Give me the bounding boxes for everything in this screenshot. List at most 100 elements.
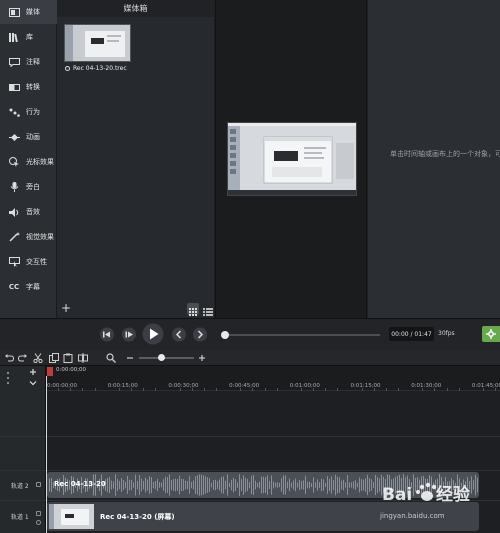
waveform-bar <box>329 478 330 492</box>
sidebar-item-transitions[interactable]: 转换 <box>0 75 57 99</box>
waveform-bar <box>321 478 322 492</box>
waveform-bar <box>107 478 108 492</box>
sidebar-item-library[interactable]: 库 <box>0 25 57 49</box>
zoom-icon <box>106 353 116 363</box>
track-drag-handle[interactable] <box>5 371 11 385</box>
paste-button[interactable] <box>63 353 73 363</box>
zoom-slider[interactable] <box>139 357 194 359</box>
waveform-bar <box>207 477 208 493</box>
grid-view-button[interactable] <box>187 303 199 316</box>
waveform-bar <box>187 480 188 490</box>
media-clip-filename: Rec 04-13-20.trec <box>73 64 127 72</box>
waveform-bar <box>129 479 130 491</box>
redo-button[interactable] <box>18 353 28 363</box>
sidebar-item-label: 音效 <box>26 208 40 216</box>
sidebar-item-annotations[interactable]: 注释 <box>0 50 57 74</box>
waveform-bar <box>211 482 212 488</box>
sidebar-item-voice-narration[interactable]: 旁白 <box>0 175 57 199</box>
split-button[interactable] <box>78 353 88 363</box>
waveform-bar <box>295 478 296 492</box>
eye-icon[interactable] <box>36 520 41 525</box>
waveform-bar <box>259 481 260 489</box>
add-track-button[interactable] <box>28 367 38 377</box>
magic-wand-icon <box>5 232 23 242</box>
lock-icon[interactable] <box>36 511 41 516</box>
copy-button[interactable] <box>49 353 59 363</box>
sidebar-item-behaviors[interactable]: 行为 <box>0 100 57 124</box>
waveform-bar <box>265 477 266 493</box>
waveform-bar <box>311 482 312 488</box>
waveform-bar <box>135 474 136 496</box>
waveform-bar <box>347 475 348 495</box>
lock-icon[interactable] <box>36 482 41 487</box>
tool-sidebar: 媒体 库 注释 转换 行为 动画 光标效果 旁白 音效 视觉效果 交互性 CC … <box>0 0 57 318</box>
waveform-bar <box>221 476 222 494</box>
waveform-bar <box>371 479 372 491</box>
step-back-button[interactable] <box>99 327 115 342</box>
play-button[interactable] <box>142 323 164 345</box>
waveform-bar <box>373 481 374 489</box>
waveform-bar <box>357 482 358 488</box>
ruler-tick <box>264 388 266 391</box>
sidebar-item-captions[interactable]: CC 字幕 <box>0 275 57 299</box>
zoom-out-button[interactable] <box>125 353 135 363</box>
zoom-slider-handle[interactable] <box>158 354 165 361</box>
waveform-bar <box>293 480 294 490</box>
sidebar-item-cursor-effects[interactable]: 光标效果 <box>0 150 57 174</box>
waveform-bar <box>369 478 370 492</box>
list-view-button[interactable] <box>202 303 214 316</box>
waveform-bar <box>51 477 52 493</box>
waveform-bar <box>323 479 324 491</box>
library-icon <box>5 32 23 42</box>
canvas-preview-frame[interactable] <box>227 122 357 196</box>
waveform-bar <box>325 482 326 488</box>
plus-icon <box>30 369 36 375</box>
playback-scrubber[interactable] <box>225 334 380 336</box>
waveform-bar <box>225 480 226 490</box>
svg-text:Bai: Bai <box>382 485 412 505</box>
waveform-bar <box>143 480 144 490</box>
zoom-in-button[interactable] <box>197 353 207 363</box>
sidebar-item-label: 交互性 <box>26 258 47 266</box>
waveform-bar <box>231 479 232 491</box>
undo-button[interactable] <box>4 353 14 363</box>
waveform-bar <box>131 479 132 491</box>
ruler-tick <box>94 388 96 391</box>
media-icon <box>5 7 23 17</box>
waveform-bar <box>215 479 216 491</box>
share-export-button[interactable] <box>482 326 500 342</box>
scrubber-handle[interactable] <box>221 331 229 339</box>
waveform-bar <box>355 480 356 490</box>
next-marker-button[interactable] <box>192 327 208 342</box>
sidebar-item-label: 旁白 <box>26 183 40 191</box>
waveform-bar <box>127 476 128 494</box>
sidebar-item-media[interactable]: 媒体 <box>0 0 57 24</box>
playhead-handle[interactable] <box>47 367 53 376</box>
media-clip-name[interactable]: Rec 04-13-20.trec <box>65 63 137 73</box>
play-icon <box>142 323 164 345</box>
waveform-bar <box>137 480 138 490</box>
copy-icon <box>49 353 59 363</box>
waveform-bar <box>243 475 244 495</box>
sidebar-item-visual-effects[interactable]: 视觉效果 <box>0 225 57 249</box>
waveform-bar <box>289 478 290 492</box>
chevron-right-icon <box>193 327 207 342</box>
previous-marker-button[interactable] <box>171 327 187 342</box>
waveform-bar <box>183 479 184 491</box>
step-forward-button[interactable] <box>121 327 137 342</box>
media-clip-thumbnail[interactable] <box>64 24 131 62</box>
ruler-tick-label: 0:00:15;00 <box>107 383 138 389</box>
waveform-bar <box>351 482 352 488</box>
collapse-tracks-button[interactable] <box>28 378 38 388</box>
cut-button[interactable] <box>33 353 43 363</box>
sidebar-item-audio-effects[interactable]: 音效 <box>0 200 57 224</box>
add-media-button[interactable]: + <box>60 302 72 314</box>
ruler-tick <box>155 388 157 391</box>
sidebar-item-interactivity[interactable]: 交互性 <box>0 250 57 274</box>
waveform-bar <box>161 482 162 488</box>
sidebar-item-animations[interactable]: 动画 <box>0 125 57 149</box>
ruler-tick <box>434 388 436 391</box>
waveform-bar <box>345 482 346 488</box>
waveform-bar <box>173 479 174 491</box>
waveform-bar <box>319 482 320 488</box>
